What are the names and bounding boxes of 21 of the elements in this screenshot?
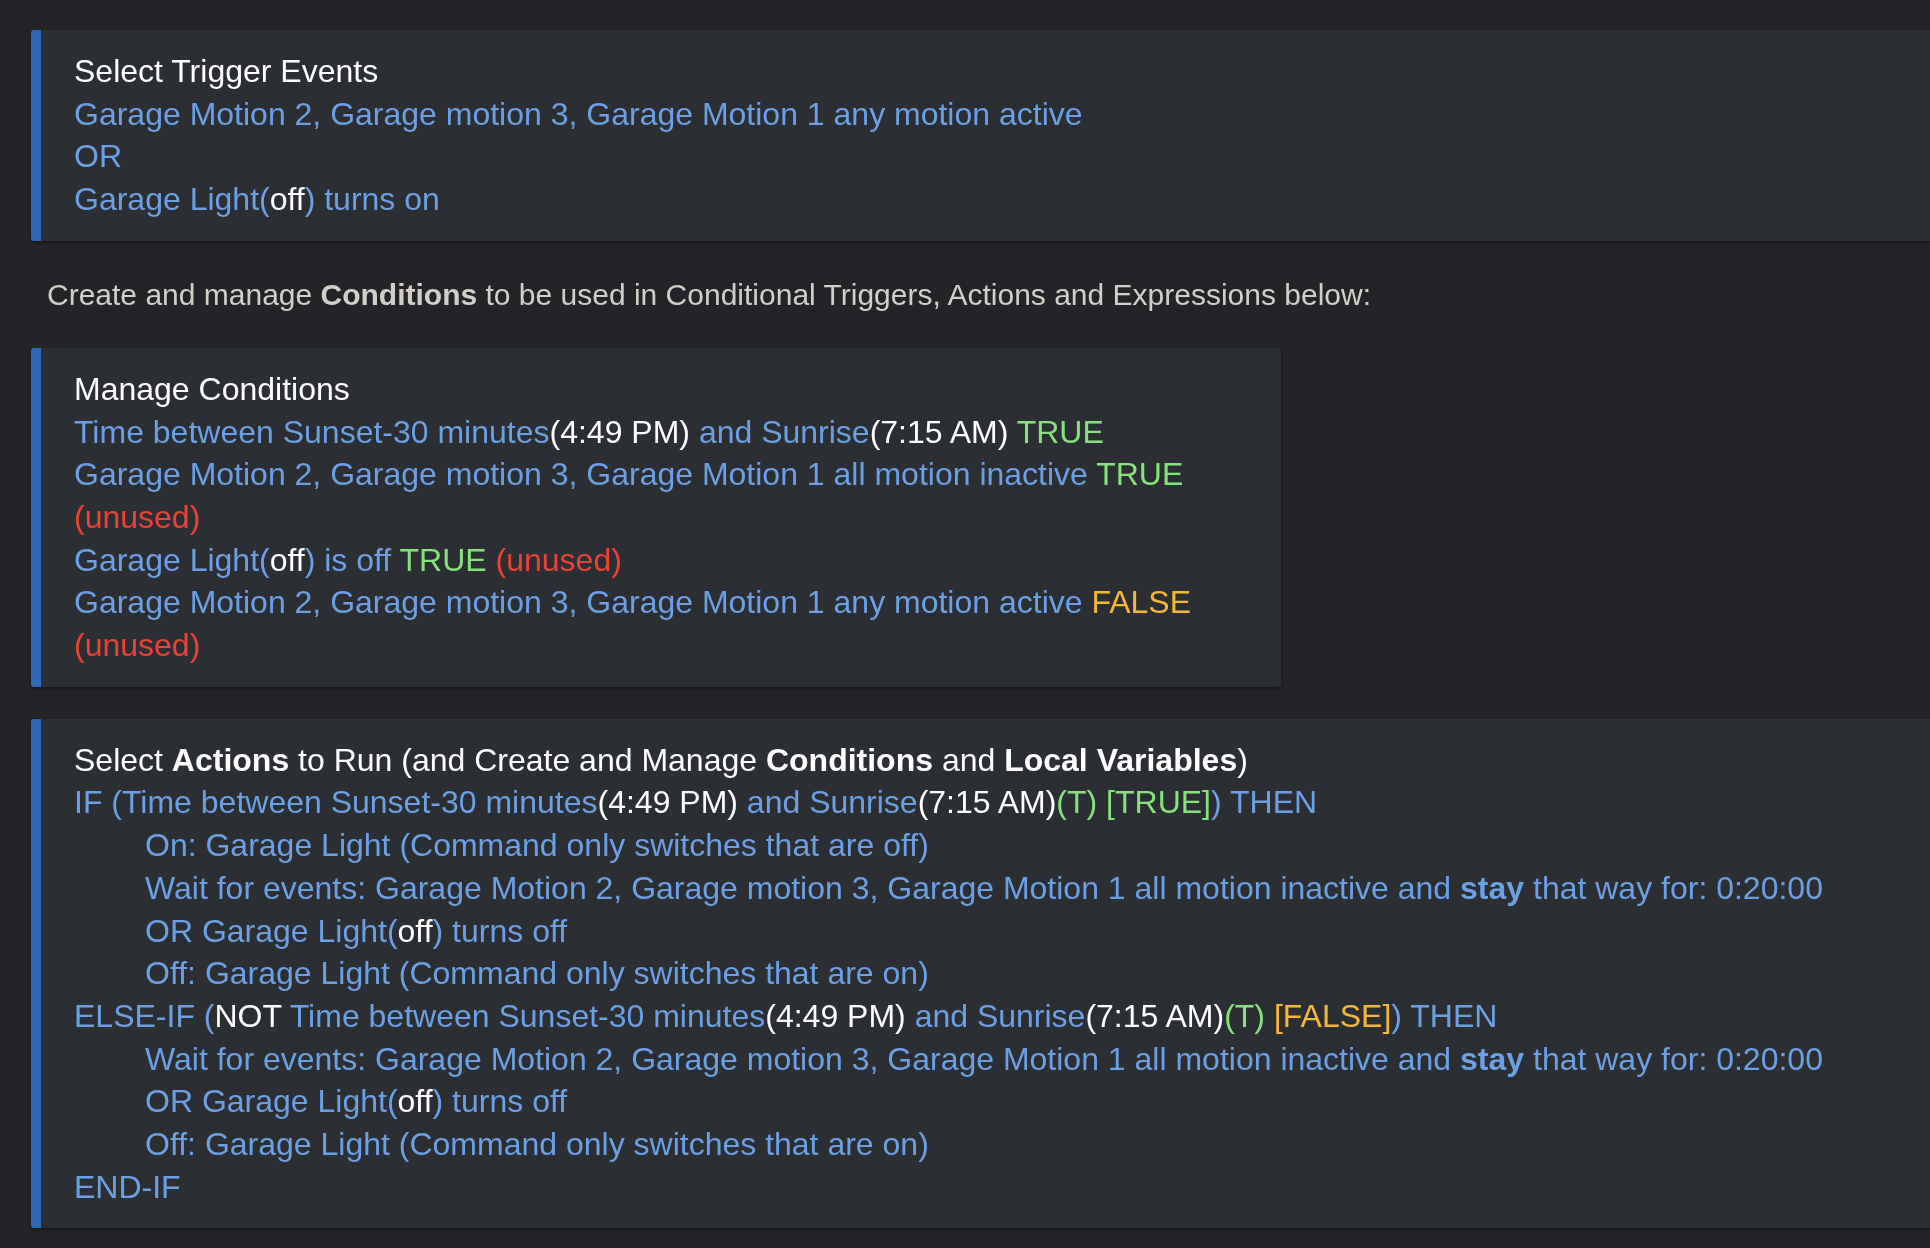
action-line: Off: Garage Light (Command only switches that are on) bbox=[145, 954, 929, 994]
condition-line: Garage Light(off) is off TRUE (unused) bbox=[74, 540, 622, 580]
trigger-line: OR bbox=[74, 137, 122, 177]
condition-line: Garage Motion 2, Garage motion 3, Garage Motion 1 all motion inactive TRUE (unused) bbox=[74, 455, 1185, 537]
action-line: IF (Time between Sunset-30 minutes(4:49 PM) and Sunrise(7:15 AM)(T) [TRUE]) THEN bbox=[74, 783, 1318, 823]
condition-line: Time between Sunset-30 minutes(4:49 PM) and Sunrise(7:15 AM) TRUE bbox=[74, 412, 1104, 452]
section-title: Select Trigger Events bbox=[74, 52, 380, 91]
condition-line: Garage Motion 2, Garage motion 3, Garage Motion 1 any motion active FALSE (unused) bbox=[74, 583, 1193, 666]
section-title: Manage Conditions bbox=[74, 369, 351, 409]
action-line: OR Garage Light(off) turns off bbox=[145, 911, 568, 951]
action-line: END-IF bbox=[74, 1167, 181, 1207]
action-line: Wait for events: Garage Motion 2, Garage motion 3, Garage Motion 1 all motion inactive and stay that way for: 0:20:00 bbox=[145, 1039, 1823, 1079]
trigger-line: Garage Light(off) turns on bbox=[74, 180, 440, 220]
action-line: OR Garage Light(off) turns off bbox=[145, 1082, 568, 1122]
action-line: Off: Garage Light (Command only switches that are on) bbox=[145, 1125, 929, 1165]
action-line: ELSE-IF (NOT Time between Sunset-30 minutes(4:49 PM) and Sunrise(7:15 AM)(T) [FALSE]) THEN bbox=[74, 996, 1498, 1036]
trigger-line: Garage Motion 2, Garage motion 3, Garage Motion 1 any motion active bbox=[74, 94, 1083, 134]
action-line: On: Garage Light (Command only switches that are off) bbox=[145, 826, 929, 866]
action-line: Wait for events: Garage Motion 2, Garage motion 3, Garage Motion 1 all motion inactive and stay that way for: 0:20:00 bbox=[145, 868, 1823, 908]
section-title: Select Actions to Run (and Create and Manage Conditions and Local Variables) bbox=[74, 740, 1249, 780]
intro-text: Create and manage Conditions to be used in Conditional Triggers, Actions and Expressions below: bbox=[46, 276, 1371, 313]
